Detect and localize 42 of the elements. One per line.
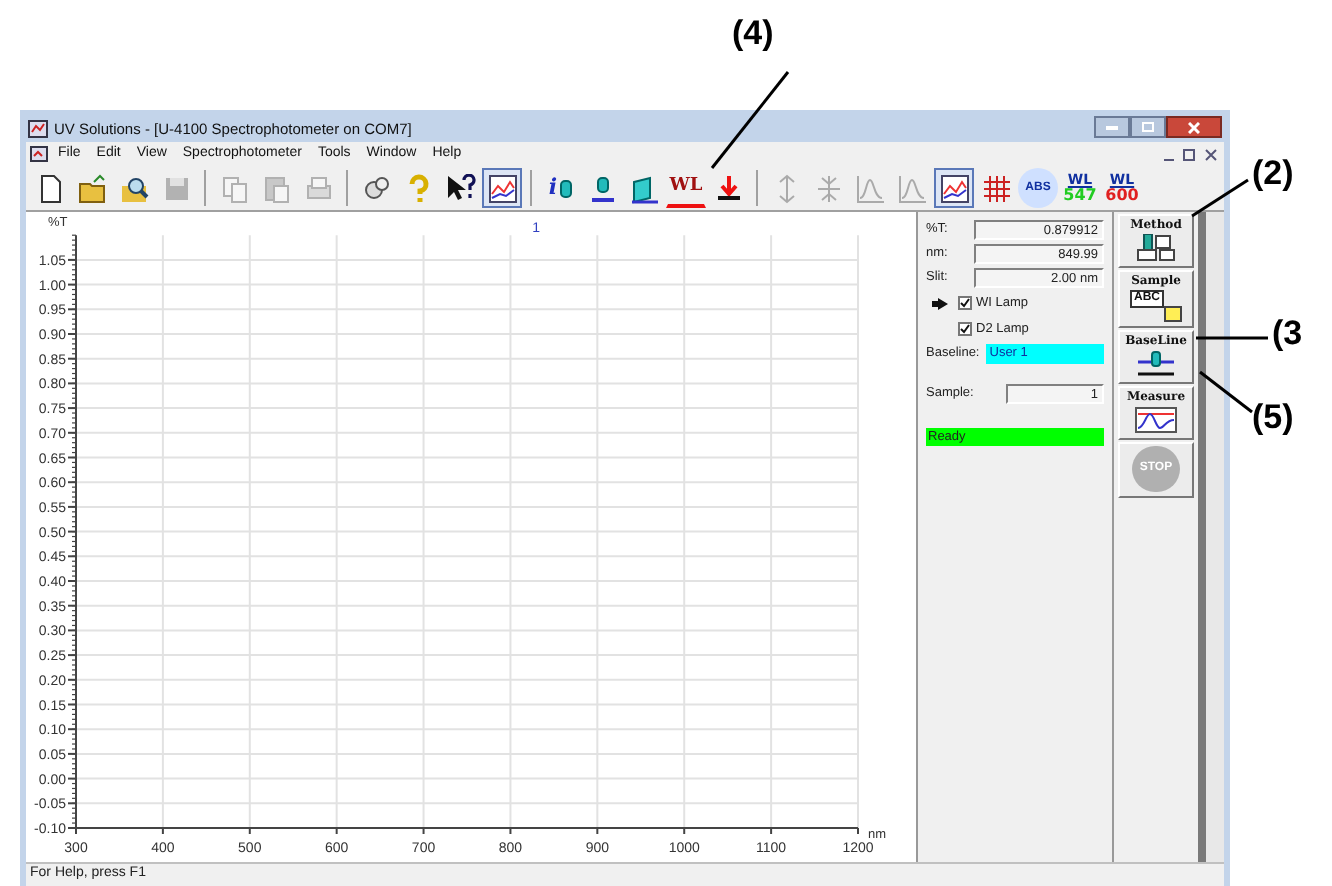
callout-label: (2) bbox=[1252, 156, 1294, 190]
method-icon bbox=[1134, 234, 1178, 262]
document-icon bbox=[30, 146, 48, 162]
page-icon bbox=[35, 173, 65, 203]
copy-icon bbox=[219, 173, 249, 203]
callout-label: (4) bbox=[732, 16, 774, 50]
close-button[interactable] bbox=[1166, 116, 1222, 138]
lamp-checkbox[interactable] bbox=[958, 322, 972, 336]
cuvette-icon bbox=[629, 173, 659, 203]
leader-line bbox=[1192, 334, 1272, 342]
lamp-icon bbox=[587, 173, 617, 203]
magnifier-icon bbox=[119, 173, 149, 203]
callout-label: (3 bbox=[1272, 316, 1303, 350]
compress-icon bbox=[813, 173, 843, 203]
check-icon bbox=[960, 324, 970, 334]
chart-icon bbox=[487, 173, 517, 203]
wavelength-button[interactable]: WL bbox=[666, 168, 706, 208]
grid-icon bbox=[981, 173, 1011, 203]
measure-icon bbox=[1134, 406, 1178, 434]
arrow-down-icon bbox=[713, 173, 743, 203]
callout-label: (5) bbox=[1252, 400, 1294, 434]
baseline-icon bbox=[1134, 350, 1178, 378]
info-button[interactable]: i bbox=[540, 168, 580, 208]
peak-icon bbox=[855, 173, 885, 203]
app-icon bbox=[28, 120, 48, 138]
printer-icon bbox=[303, 173, 333, 203]
check-icon bbox=[960, 298, 970, 308]
toolbar-button[interactable] bbox=[934, 168, 974, 208]
pointer-help-icon bbox=[445, 173, 475, 203]
folder-icon bbox=[77, 173, 107, 203]
toolbar-button[interactable] bbox=[482, 168, 522, 208]
close-icon bbox=[1188, 121, 1200, 133]
lamp-checkbox[interactable] bbox=[958, 296, 972, 310]
clipboard-icon bbox=[261, 173, 291, 203]
peak-icon bbox=[897, 173, 927, 203]
minimize-button[interactable] bbox=[1094, 116, 1130, 138]
lamp-icon bbox=[559, 179, 572, 197]
floppy-icon bbox=[161, 173, 191, 203]
maximize-button[interactable] bbox=[1130, 116, 1166, 138]
scrollbar[interactable] bbox=[1198, 212, 1224, 862]
chart-icon bbox=[939, 173, 969, 203]
mdi-window-controls[interactable] bbox=[1160, 145, 1220, 163]
